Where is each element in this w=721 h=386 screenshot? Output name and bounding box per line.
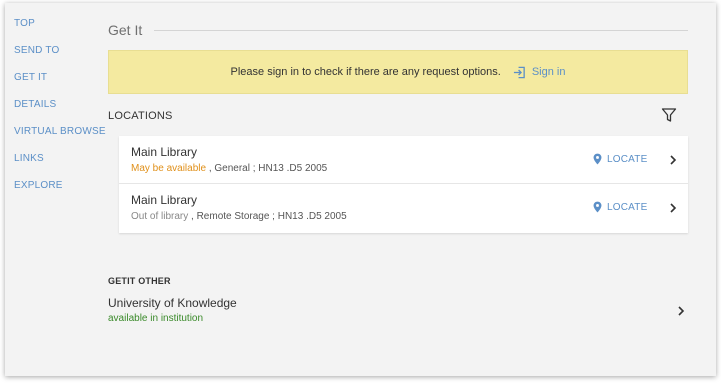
locate-button[interactable]: LOCATE [593,153,647,165]
location-row[interactable]: Main Library Out of library , Remote Sto… [119,184,688,232]
chevron-right-icon[interactable] [676,305,686,317]
location-call-number: , General ; HN13 .D5 2005 [208,163,328,174]
location-detail: Out of library , Remote Storage ; HN13 .… [131,211,347,222]
full-record-panel: TOP SEND TO GET IT DETAILS VIRTUAL BROWS… [5,3,716,376]
availability-status: May be available [131,163,207,174]
map-pin-icon [593,201,602,213]
locations-heading: LOCATIONS [108,110,173,122]
nav-item-send-to[interactable]: SEND TO [14,44,109,71]
getit-other-item[interactable]: University of Knowledge available in ins… [108,293,688,329]
location-row[interactable]: Main Library May be available , General … [119,136,688,184]
locate-label: LOCATE [607,201,648,213]
nav-item-virtual-browse[interactable]: VIRTUAL BROWSE [14,125,109,152]
locate-label: LOCATE [607,153,648,165]
nav-item-explore[interactable]: EXPLORE [14,179,109,206]
location-detail: May be available , General ; HN13 .D5 20… [131,163,327,174]
location-name: Main Library [131,193,198,207]
get-it-section: Get It Please sign in to check if there … [108,3,693,376]
nav-item-details[interactable]: DETAILS [14,98,109,125]
section-divider [154,29,688,31]
institution-name: University of Knowledge [108,296,237,310]
sign-in-icon [513,66,525,78]
location-call-number: , Remote Storage ; HN13 .D5 2005 [191,211,347,222]
sign-in-link[interactable]: Sign in [513,66,566,79]
sign-in-label: Sign in [531,66,566,78]
availability-status: Out of library [131,211,189,222]
chevron-right-icon[interactable] [668,202,678,214]
section-title: Get It [108,22,143,38]
nav-item-links[interactable]: LINKS [14,152,109,179]
signin-banner: Please sign in to check if there are any… [108,50,688,94]
nav-item-top[interactable]: TOP [14,17,109,44]
locate-button[interactable]: LOCATE [593,201,647,213]
signin-message: Please sign in to check if there are any… [230,66,501,78]
chevron-right-icon[interactable] [668,154,678,166]
nav-item-get-it[interactable]: GET IT [14,71,109,98]
map-pin-icon [593,153,602,165]
section-nav: TOP SEND TO GET IT DETAILS VIRTUAL BROWS… [14,17,109,206]
filter-icon[interactable] [661,107,677,123]
location-name: Main Library [131,145,198,159]
institution-availability: available in institution [108,313,204,324]
getit-other-heading: GETIT OTHER [108,276,171,286]
locations-list: Main Library May be available , General … [119,136,688,233]
section-header: Get It [108,22,688,38]
